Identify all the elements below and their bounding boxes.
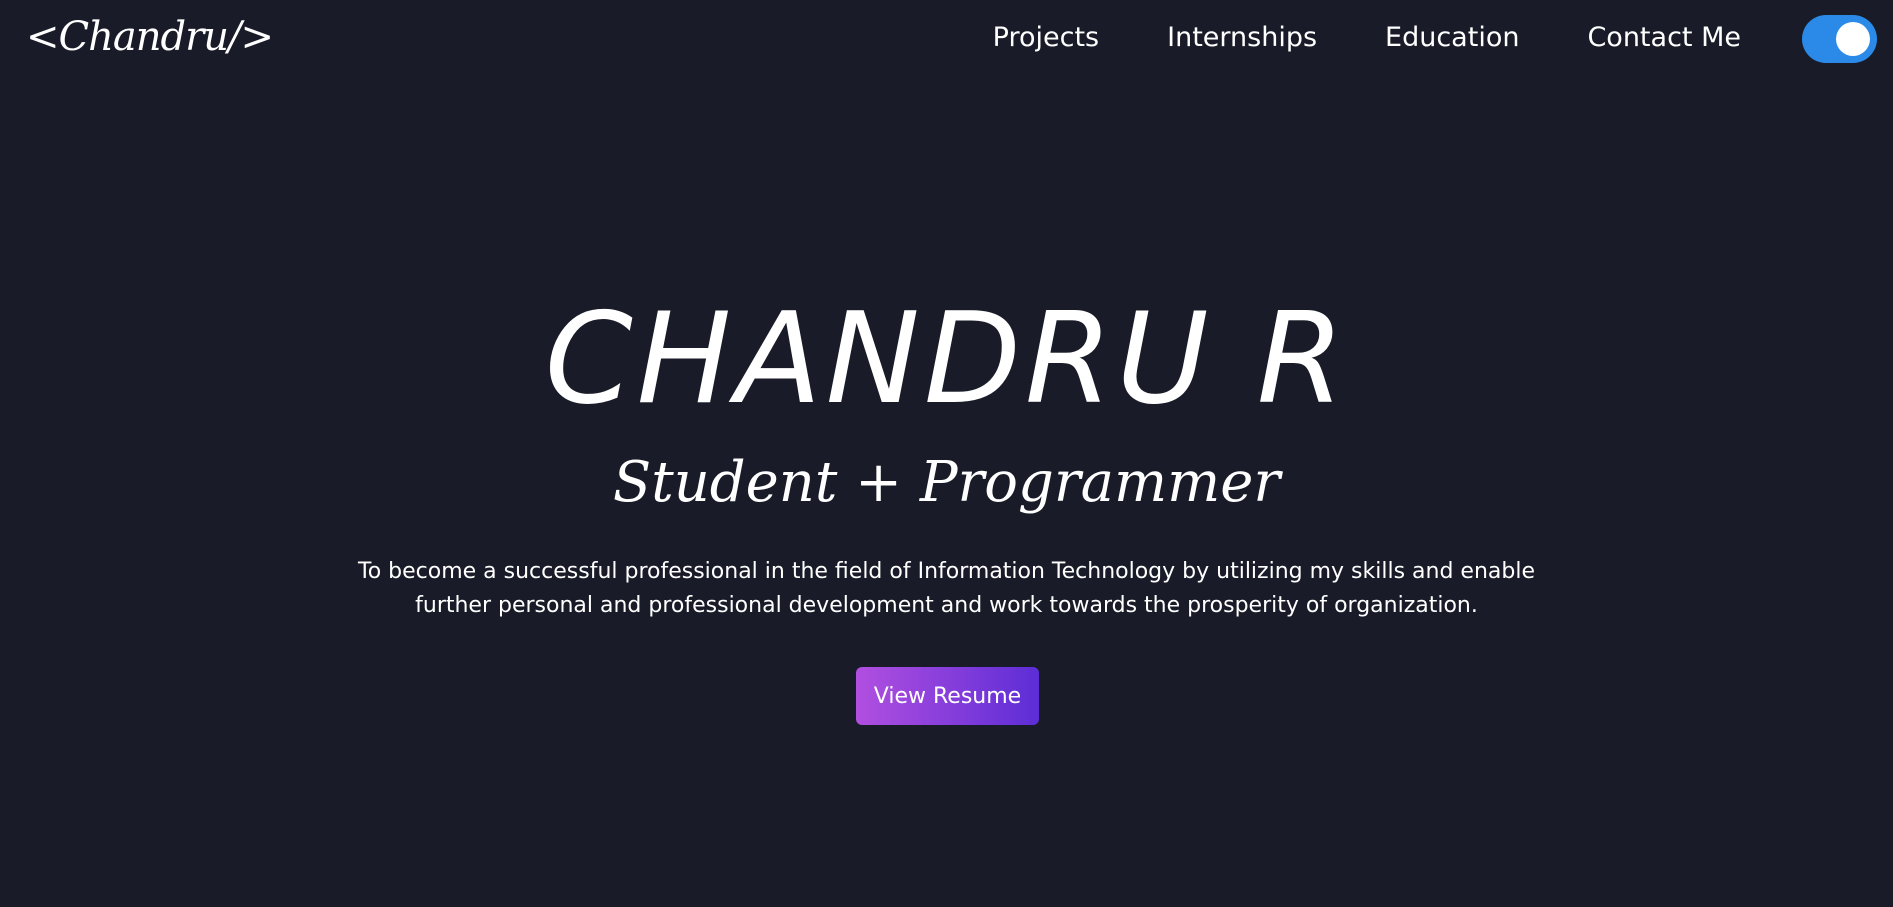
nav-link-contact-me[interactable]: Contact Me [1587, 22, 1741, 53]
portfolio-page: <Chandru/> Projects Internships Educatio… [0, 0, 1893, 907]
nav-link-internships[interactable]: Internships [1167, 22, 1317, 53]
view-resume-button[interactable]: View Resume [856, 667, 1039, 725]
hero-role: Student + Programmer [612, 450, 1281, 515]
navbar: <Chandru/> Projects Internships Educatio… [0, 0, 1893, 80]
toggle-knob [1836, 22, 1870, 56]
hero-name: CHANDRU R [544, 285, 1349, 432]
nav-links: Projects Internships Education Contact M… [993, 22, 1741, 53]
nav-link-education[interactable]: Education [1385, 22, 1519, 53]
hero-objective: To become a successful professional in t… [358, 559, 1535, 618]
site-logo[interactable]: <Chandru/> [26, 14, 274, 60]
theme-toggle[interactable] [1802, 15, 1877, 63]
nav-link-projects[interactable]: Projects [993, 22, 1099, 53]
